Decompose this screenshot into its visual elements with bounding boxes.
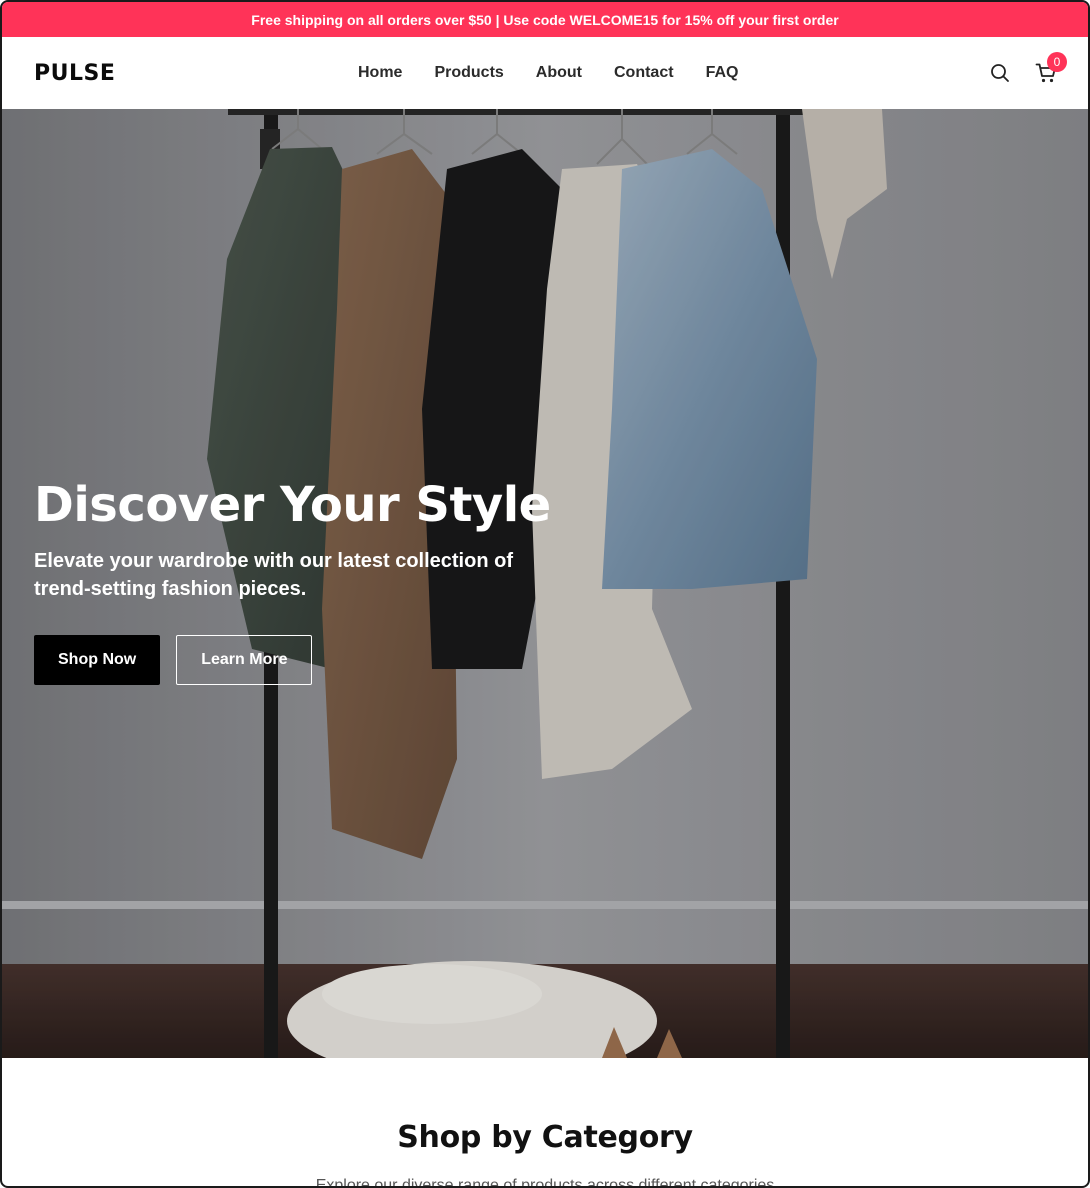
hero-content: Discover Your Style Elevate your wardrob…: [34, 477, 554, 685]
site-header: PULSE Home Products About Contact FAQ 0: [2, 37, 1088, 109]
category-section: Shop by Category Explore our diverse ran…: [2, 1058, 1088, 1188]
hero-buttons: Shop Now Learn More: [34, 635, 554, 685]
shop-now-button[interactable]: Shop Now: [34, 635, 161, 685]
learn-more-button[interactable]: Learn More: [176, 635, 313, 685]
search-button[interactable]: [988, 61, 1012, 85]
promo-text: Free shipping on all orders over $50 | U…: [251, 11, 839, 28]
header-actions: 0: [988, 52, 1067, 85]
section-title: Shop by Category: [397, 1120, 693, 1155]
nav-home[interactable]: Home: [358, 64, 402, 82]
hero-title: Discover Your Style: [34, 477, 551, 533]
hero-section: Discover Your Style Elevate your wardrob…: [2, 109, 1088, 1058]
nav-products[interactable]: Products: [434, 64, 503, 82]
nav-faq[interactable]: FAQ: [706, 64, 739, 82]
logo[interactable]: PULSE: [34, 61, 115, 86]
search-icon: [991, 64, 1009, 82]
cart-button[interactable]: 0: [1034, 52, 1067, 85]
main-nav: Home Products About Contact FAQ: [358, 37, 738, 109]
hero-subtitle: Elevate your wardrobe with our latest co…: [34, 550, 513, 600]
nav-about[interactable]: About: [536, 64, 582, 82]
page-frame: Free shipping on all orders over $50 | U…: [0, 0, 1090, 1188]
cart-count-badge: 0: [1047, 52, 1067, 72]
nav-contact[interactable]: Contact: [614, 64, 674, 82]
promo-banner: Free shipping on all orders over $50 | U…: [2, 2, 1088, 37]
section-subtitle: Explore our diverse range of products ac…: [315, 1177, 775, 1188]
